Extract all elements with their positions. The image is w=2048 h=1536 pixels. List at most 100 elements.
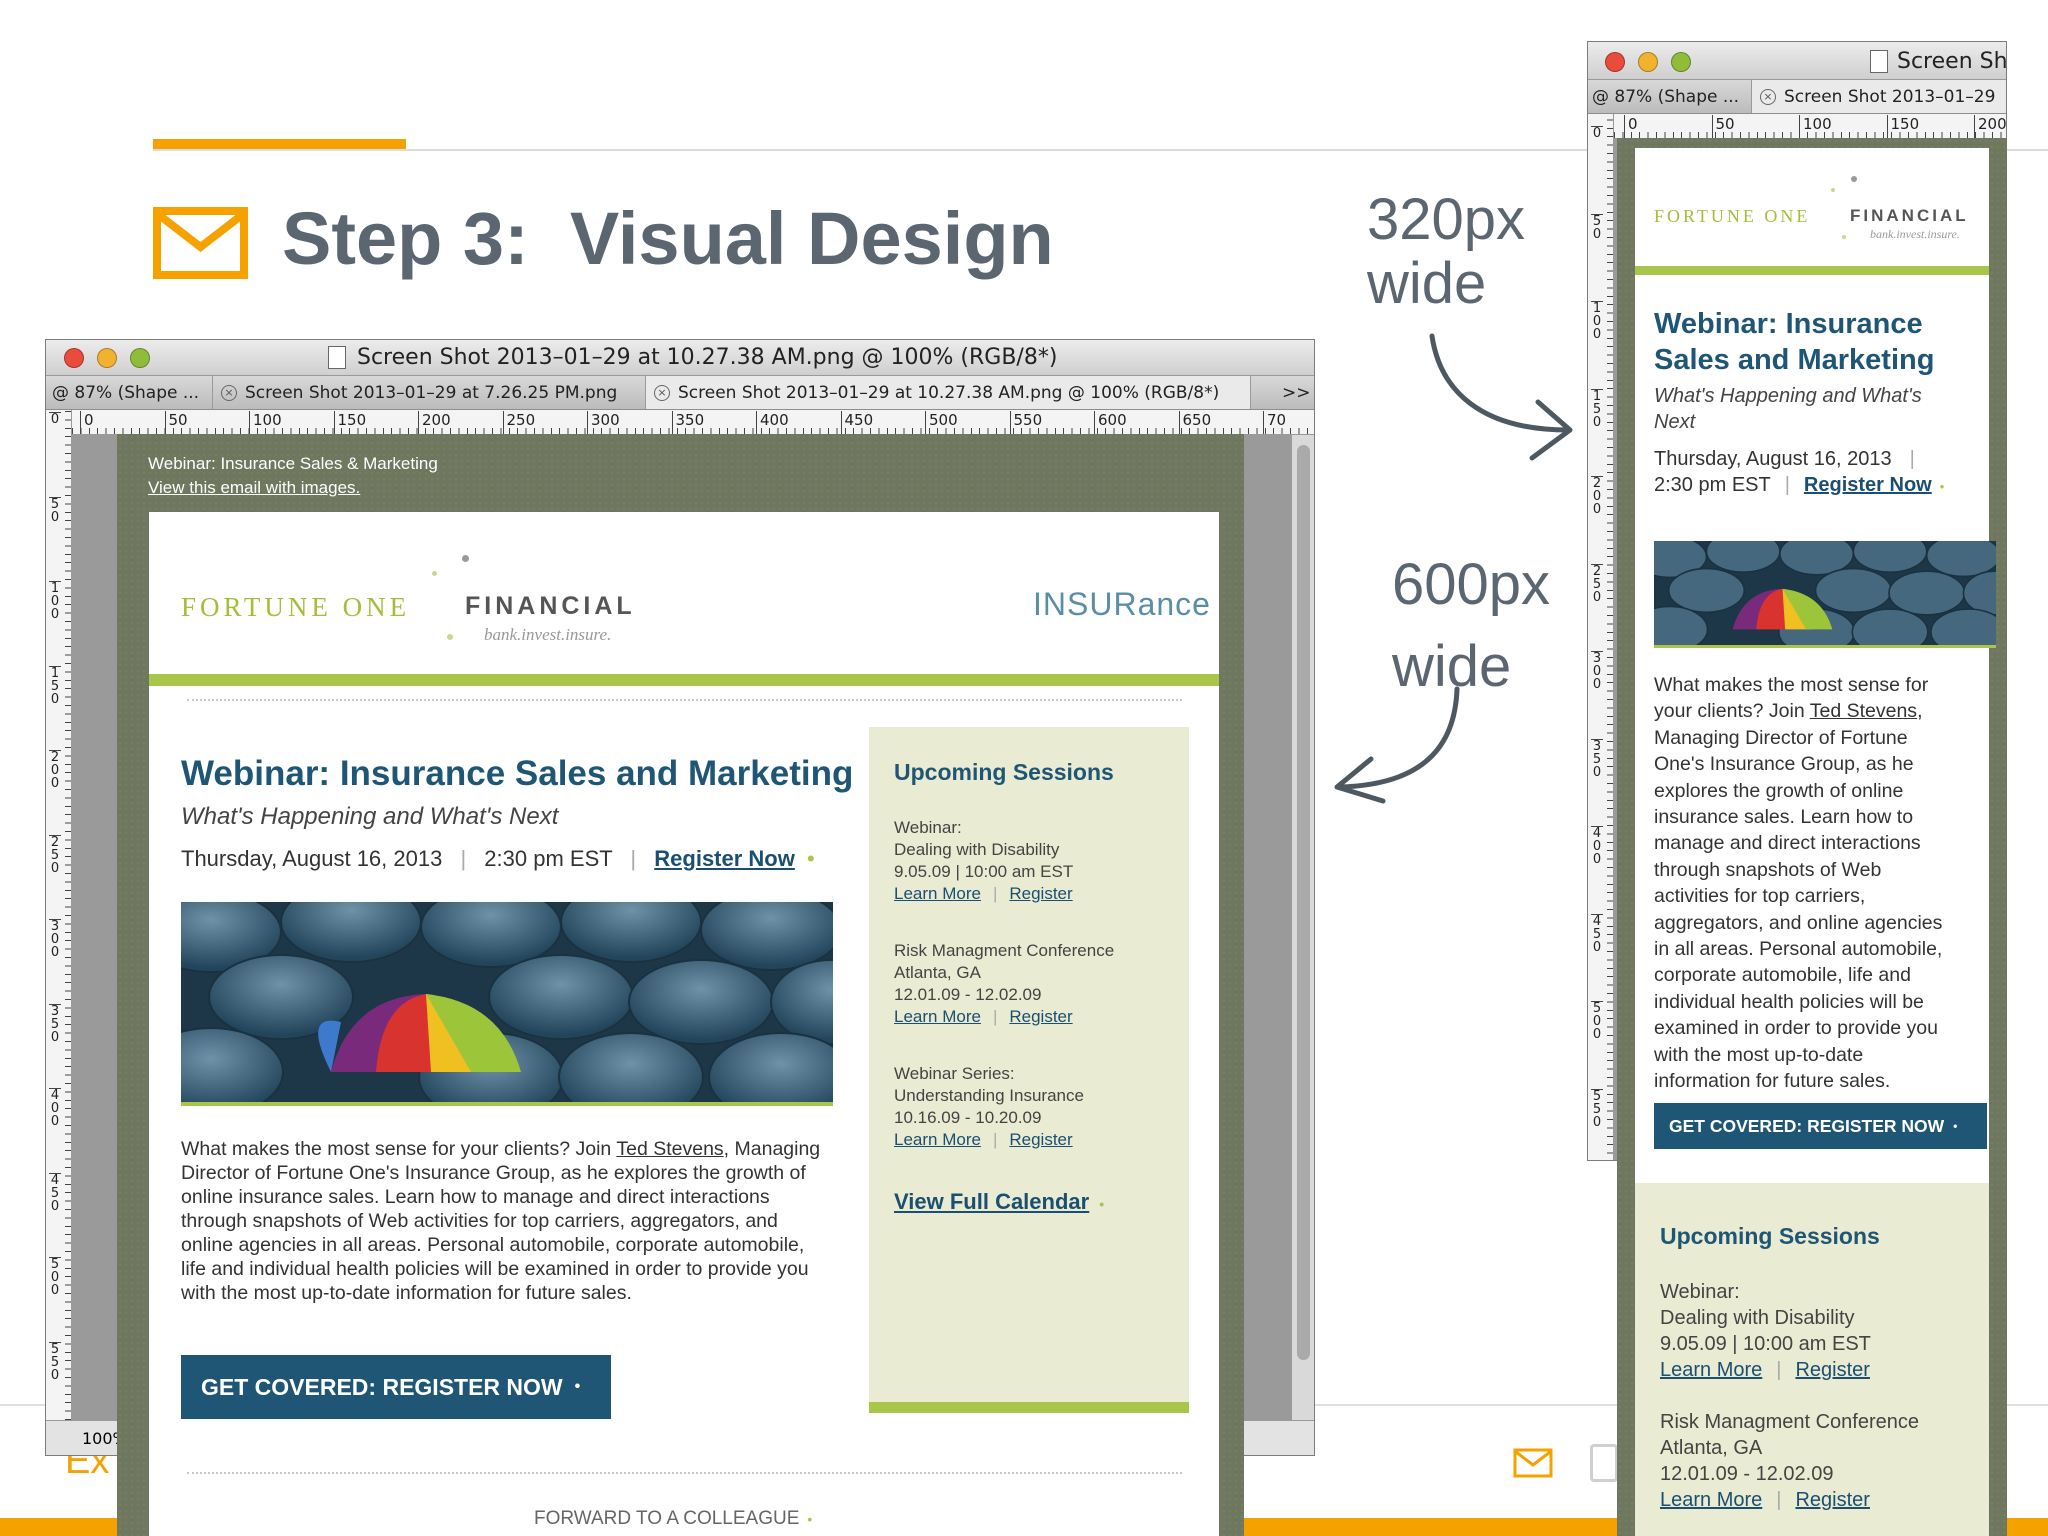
register-link[interactable]: Register	[1009, 1130, 1072, 1149]
session-item: Webinar: Dealing with Disability 9.05.09 |…	[894, 818, 1074, 903]
minimize-button[interactable]	[1638, 52, 1658, 72]
document-icon	[328, 346, 346, 369]
ruler-label: 0	[49, 412, 61, 427]
logo-dot-icon	[432, 571, 437, 576]
webinar-headline: Webinar: Insurance Sales and Marketing	[1654, 308, 1935, 376]
brand-tagline: bank.invest.insure.	[1870, 227, 1960, 241]
session-item: Risk Managment Conference Atlanta, GA 12.0…	[894, 941, 1115, 1026]
ruler-label: 200	[1974, 115, 2006, 138]
zoom-button[interactable]	[1671, 52, 1691, 72]
brand-financial: FINANCIAL	[1850, 206, 1969, 225]
tab-bar: @ 87% (Shape ... × Screen Shot 2013–01–29	[1588, 80, 2006, 114]
view-calendar-link[interactable]: View Full Calendar •	[894, 1189, 1104, 1215]
ruler-label: 500	[49, 1257, 61, 1298]
ruler-label: 400	[1591, 826, 1603, 867]
slide: Step 3: Visual Design 320px wide 600px wid…	[0, 0, 2048, 1536]
label-600px: 600px wide	[1392, 552, 1551, 699]
learn-more-link[interactable]: Learn More	[894, 884, 981, 903]
umbrellas-image	[1654, 541, 1996, 645]
sidebar-green-rule	[869, 1402, 1189, 1413]
ruler-label: 150	[49, 665, 61, 707]
learn-more-link[interactable]: Learn More	[894, 1007, 981, 1026]
document-icon	[1870, 50, 1888, 73]
tab-screenshot[interactable]: × Screen Shot 2013–01–29	[1752, 80, 2006, 113]
tab-shape[interactable]: @ 87% (Shape ...	[46, 376, 213, 409]
ruler-label: 450	[840, 411, 873, 434]
brand-fortune-one: FORTUNE ONE	[181, 592, 411, 622]
register-link[interactable]: Register	[1795, 1489, 1869, 1511]
label-320px: 320px wide	[1367, 187, 1526, 316]
header-green-rule	[1635, 266, 1989, 275]
email-desktop: Webinar: Insurance Sales & Marketing Vie…	[117, 434, 1244, 1536]
vertical-ruler: 0 50 100 150 200 250 300 350 400 450 500 550	[1588, 114, 1614, 1160]
logo-dot-icon	[462, 555, 469, 562]
ruler-label: 70	[1263, 411, 1286, 434]
ruler-label: 550	[49, 1341, 61, 1383]
ruler-label: 100	[1591, 301, 1603, 342]
email-body: FORTUNE ONE FINANCIAL bank.invest.insure…	[1635, 148, 1996, 1536]
ruler-label: 200	[1591, 476, 1603, 517]
ruler-label: 0	[1624, 115, 1638, 138]
ruler-label: 400	[49, 1088, 61, 1129]
ruler-label: 50	[164, 411, 188, 434]
session-item: Webinar: Dealing with Disability 9.05.09 |…	[1660, 1281, 1871, 1381]
ruler-label: 150	[1591, 388, 1603, 430]
close-tab-icon[interactable]: ×	[1760, 88, 1776, 105]
register-link[interactable]: Register	[1009, 884, 1072, 903]
event-date: Thursday, August 16, 2013	[181, 846, 443, 871]
horizontal-ruler: 0 50 100 150 200 250 300 350 400 450 500 550 600 650 7…	[72, 410, 1314, 435]
ted-stevens-link[interactable]: Ted Stevens	[616, 1138, 723, 1160]
tab-screenshot-726[interactable]: × Screen Shot 2013–01–29 at 7.26.25 PM.pn…	[213, 376, 646, 409]
ruler-label: 450	[1591, 913, 1603, 955]
register-link[interactable]: Register	[1009, 1007, 1072, 1026]
ruler-label: 400	[756, 411, 789, 434]
arrow-to-desktop-icon	[1334, 686, 1460, 804]
event-time: 2:30 pm EST	[484, 846, 613, 871]
close-tab-icon[interactable]: ×	[221, 384, 237, 401]
get-covered-button[interactable]: GET COVERED: REGISTER NOW •	[181, 1355, 611, 1419]
session-item: Webinar Series: Understanding Insurance 10…	[894, 1064, 1084, 1149]
tab-shape[interactable]: @ 87% (Shape ...	[1588, 80, 1752, 113]
envelope-icon	[153, 207, 248, 284]
image-green-rule	[181, 1102, 833, 1106]
ted-stevens-link[interactable]: Ted Stevens	[1810, 700, 1917, 722]
tab-overflow-button[interactable]: >>	[1282, 383, 1311, 403]
get-covered-button[interactable]: GET COVERED: REGISTER NOW •	[1654, 1103, 1987, 1149]
close-button[interactable]	[64, 348, 84, 368]
ruler-label: 100	[249, 411, 282, 434]
session-item: Risk Managment Conference Atlanta, GA 12.0…	[1660, 1411, 1920, 1511]
ruler-label: 50	[49, 496, 61, 525]
window-titlebar: Screen Shot 2013–01–29 at 10.27.38 AM.pn…	[46, 340, 1314, 376]
vertical-ruler: 0 50 100 150 200 250 300 350 400 450 500 550	[46, 410, 72, 1420]
tab-bar: @ 87% (Shape ... × Screen Shot 2013–01–29…	[46, 376, 1314, 410]
tab-screenshot-1027[interactable]: × Screen Shot 2013–01–29 at 10.27.38 AM.p…	[646, 376, 1251, 409]
register-link[interactable]: Register	[1795, 1359, 1869, 1381]
canvas-scrollbar[interactable]	[1292, 435, 1314, 1420]
register-now-link[interactable]: Register Now	[1804, 474, 1932, 496]
minimize-button[interactable]	[97, 348, 117, 368]
sidebar-heading: Upcoming Sessions	[894, 759, 1114, 785]
logo-dot-icon	[1851, 176, 1857, 182]
ruler-label: 250	[49, 834, 61, 876]
zoom-button[interactable]	[130, 348, 150, 368]
register-now-link[interactable]: Register Now	[654, 846, 795, 871]
view-images-link[interactable]: View this email with images.	[148, 478, 360, 498]
arrow-to-mobile-icon	[1429, 333, 1573, 461]
image-green-rule	[1654, 645, 1996, 648]
ruler-label: 550	[1591, 1088, 1603, 1130]
learn-more-link[interactable]: Learn More	[894, 1130, 981, 1149]
forward-link[interactable]: FORWARD TO A COLLEAGUE •	[534, 1508, 812, 1530]
ruler-label: 100	[1799, 115, 1832, 138]
page-title: Step 3: Visual Design	[282, 197, 1054, 280]
ruler-label: 50	[1591, 213, 1603, 242]
header-green-rule	[149, 674, 1219, 686]
webinar-subhead: What's Happening and What's Next	[181, 803, 559, 830]
ruler-label: 500	[1591, 1001, 1603, 1042]
ruler-label: 300	[1591, 651, 1603, 692]
close-tab-icon[interactable]: ×	[654, 384, 670, 401]
learn-more-link[interactable]: Learn More	[1660, 1489, 1762, 1511]
ruler-label: 350	[1591, 738, 1603, 780]
close-button[interactable]	[1605, 52, 1625, 72]
webinar-headline: Webinar: Insurance Sales and Marketing	[181, 754, 854, 793]
learn-more-link[interactable]: Learn More	[1660, 1359, 1762, 1381]
